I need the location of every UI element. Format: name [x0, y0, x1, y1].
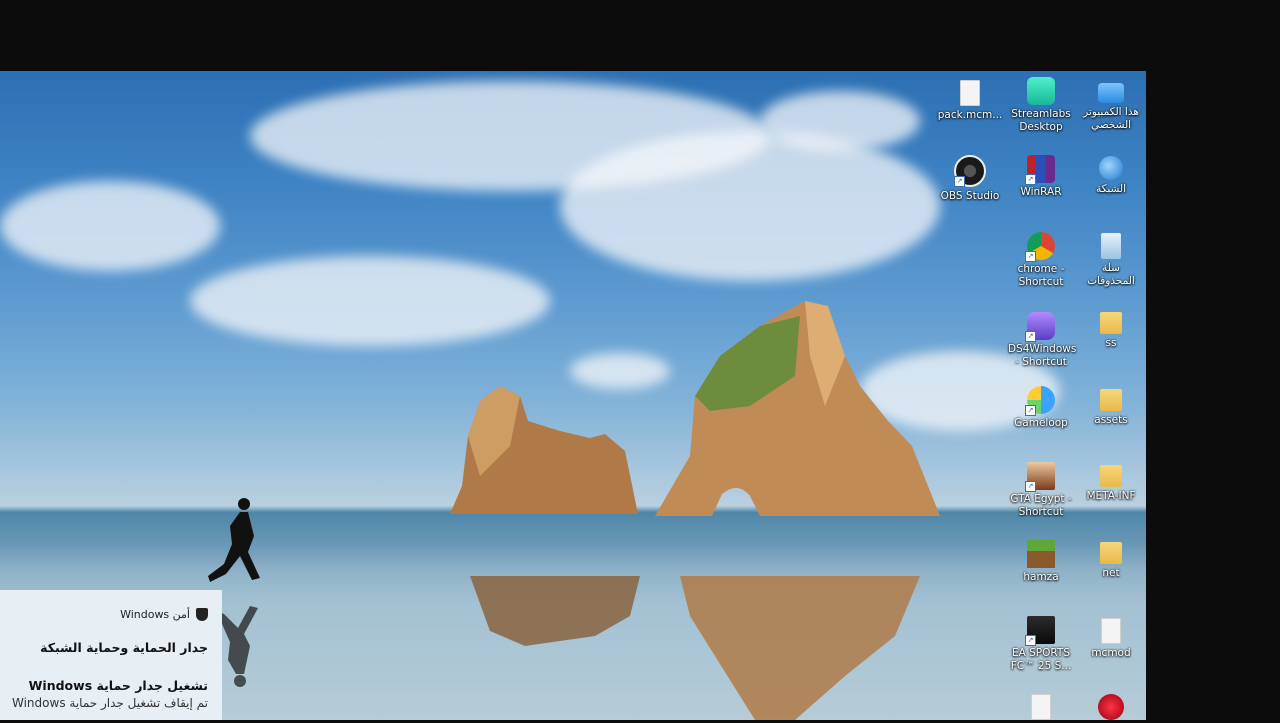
desktop-icon-assets[interactable]: assets	[1078, 389, 1144, 427]
icon-label: GTA Egypt - Shortcut	[1010, 493, 1072, 518]
icon-label: Gameloop	[1014, 417, 1068, 429]
desktop-icon-gta-egypt[interactable]: ↗ GTA Egypt - Shortcut	[1008, 462, 1074, 519]
cloud	[760, 91, 920, 151]
cloud	[0, 181, 220, 271]
obs-icon: ↗	[954, 155, 986, 187]
desktop-icon-winrar[interactable]: ↗ WinRAR	[1008, 155, 1074, 199]
folder-icon	[1100, 389, 1122, 411]
icon-label: hamza	[1023, 571, 1059, 583]
icon-label: chrome - Shortcut	[1017, 263, 1065, 288]
shortcut-arrow-icon: ↗	[1025, 635, 1036, 646]
shortcut-arrow-icon: ↗	[954, 176, 965, 187]
desktop-icon-obs[interactable]: ↗ OBS Studio	[937, 155, 1003, 203]
desktop-icon-hamza[interactable]: hamza	[1008, 540, 1074, 584]
icon-label: سلة المحذوفات	[1087, 262, 1135, 287]
notification-toast[interactable]: أمن Windows جدار الحماية وحماية الشبكة ت…	[0, 590, 222, 720]
notification-title: جدار الحماية وحماية الشبكة	[40, 640, 208, 655]
minecraft-icon	[1027, 540, 1055, 568]
notification-body: تم إيقاف تشغيل جدار حماية Windows	[12, 696, 208, 710]
ds4windows-icon: ↗	[1025, 312, 1055, 342]
desktop-icon-ss[interactable]: ss	[1078, 312, 1144, 350]
icon-label: WinRAR	[1020, 186, 1062, 198]
desktop-icon-this-pc[interactable]: هذا الكمبيوتر الشخصي	[1078, 79, 1144, 132]
desktop-icon-streamlabs[interactable]: Streamlabs Desktop	[1008, 77, 1074, 134]
network-icon	[1099, 156, 1123, 180]
cloud	[190, 256, 550, 346]
file-icon	[960, 80, 980, 106]
desktop-icon-ds4windows[interactable]: ↗ DS4Windows - Shortcut	[1008, 312, 1077, 369]
chrome-icon: ↗	[1025, 232, 1055, 262]
cloud	[560, 131, 940, 281]
folder-icon	[1100, 465, 1122, 487]
notification-app-name: أمن Windows	[120, 608, 190, 621]
icon-label: mcmod	[1091, 647, 1131, 659]
icon-label: net	[1102, 567, 1120, 579]
file-icon	[1031, 694, 1051, 720]
folder-icon	[1100, 542, 1122, 564]
shortcut-arrow-icon: ↗	[1025, 174, 1036, 185]
icon-label: pack.mcm...	[937, 109, 1003, 121]
winrar-icon: ↗	[1025, 155, 1055, 185]
desktop-icon-chrome[interactable]: ↗ chrome - Shortcut	[1008, 232, 1074, 289]
notification-subtitle: تشغيل جدار حماية Windows	[28, 678, 208, 693]
rock-reflection	[470, 576, 920, 720]
gta-icon: ↗	[1025, 462, 1055, 492]
icon-label: assets	[1094, 414, 1128, 426]
icon-label: الشبكة	[1095, 183, 1127, 195]
desktop-icon-partial[interactable]	[1078, 694, 1144, 723]
icon-label: EA SPORTS FC™ 25 S...	[1010, 647, 1072, 672]
shortcut-arrow-icon: ↗	[1025, 405, 1036, 416]
notification-header: أمن Windows	[120, 608, 208, 621]
shortcut-arrow-icon: ↗	[1025, 331, 1036, 342]
icon-label: DS4Windows - Shortcut	[1008, 343, 1077, 368]
gameloop-icon: ↗	[1025, 386, 1055, 416]
desktop-icon-ea-fc[interactable]: ↗ EA SPORTS FC™ 25 S...	[1008, 616, 1074, 673]
desktop-icon-recycle-bin[interactable]: سلة المحذوفات	[1078, 233, 1144, 288]
desktop-icon-mcmod[interactable]: mcmod	[1078, 618, 1144, 660]
shortcut-arrow-icon: ↗	[1025, 481, 1036, 492]
desktop-icon-partial-file[interactable]	[1008, 694, 1074, 723]
streamlabs-icon	[1027, 77, 1055, 105]
desktop-icon-net[interactable]: net	[1078, 542, 1144, 580]
desktop-icon-network[interactable]: الشبكة	[1078, 156, 1144, 196]
rock-formation-arch	[655, 301, 940, 516]
desktop-icon-pack-mcm[interactable]: pack.mcm...	[937, 80, 1003, 122]
recycle-bin-icon	[1101, 233, 1121, 259]
rock-formation-left	[450, 386, 638, 514]
shield-icon	[196, 608, 208, 621]
icon-label: ss	[1105, 337, 1117, 349]
folder-icon	[1100, 312, 1122, 334]
icon-label: هذا الكمبيوتر الشخصي	[1083, 106, 1139, 131]
app-icon	[1098, 694, 1124, 720]
file-icon	[1101, 618, 1121, 644]
shortcut-arrow-icon: ↗	[1025, 251, 1036, 262]
desktop-icon-meta-inf[interactable]: META-INF	[1078, 465, 1144, 503]
ea-fc-icon: ↗	[1025, 616, 1055, 646]
icon-label: META-INF	[1086, 490, 1136, 502]
icon-label: OBS Studio	[940, 190, 1000, 202]
desktop-icon-gameloop[interactable]: ↗ Gameloop	[1008, 386, 1074, 430]
icon-label: Streamlabs Desktop	[1011, 108, 1071, 133]
computer-icon	[1098, 83, 1124, 103]
